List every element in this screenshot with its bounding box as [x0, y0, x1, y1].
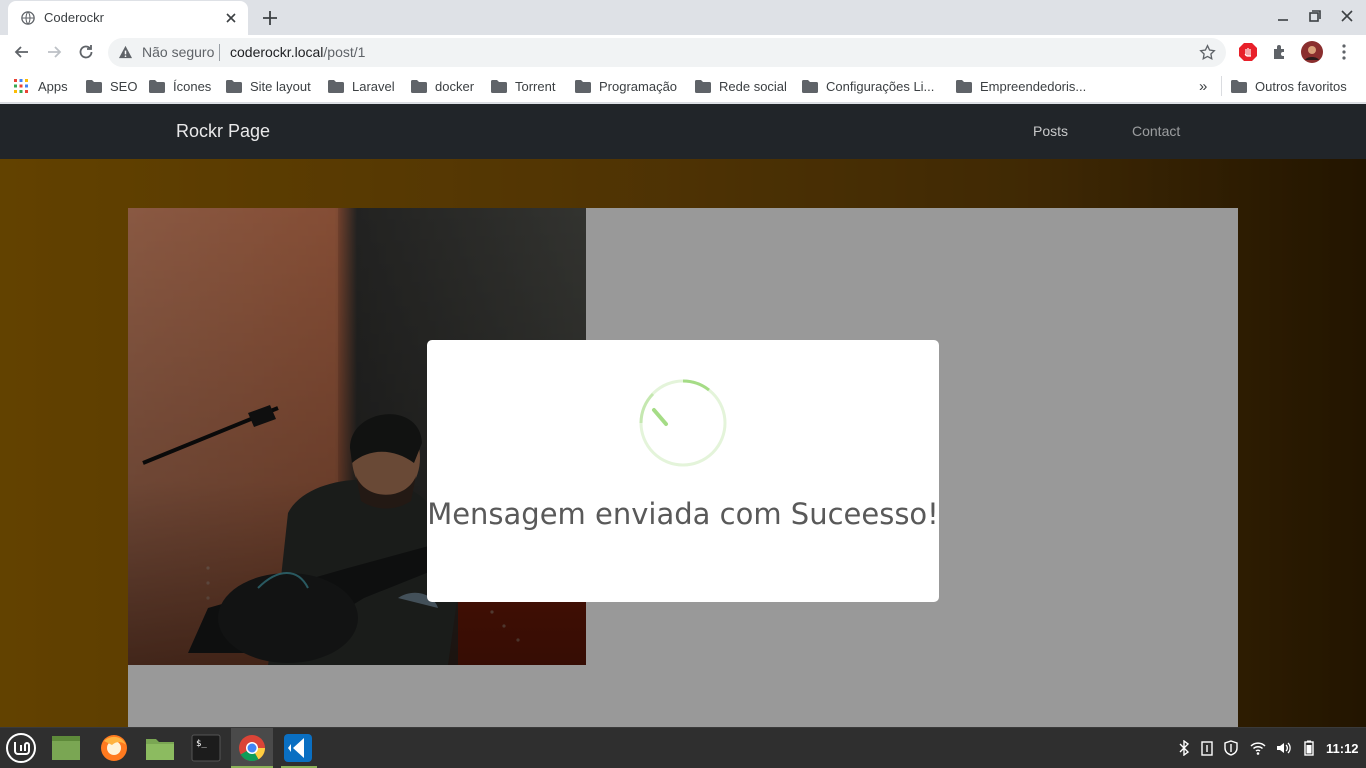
firefox-icon[interactable]	[99, 733, 129, 763]
bookmarks-overflow-button[interactable]: »	[1199, 77, 1207, 95]
nav-link-contact[interactable]: Contact	[1132, 123, 1180, 139]
globe-icon	[21, 11, 35, 25]
adblock-extension-icon[interactable]	[1238, 42, 1258, 62]
svg-text:$_: $_	[196, 739, 207, 749]
system-taskbar: $_ 11:12	[0, 727, 1366, 768]
modal-message: Mensagem enviada com Suceesso!	[427, 497, 939, 531]
bookmark-label: Apps	[38, 78, 68, 94]
bookmark-label: Programação	[599, 78, 678, 94]
files-icon[interactable]	[145, 733, 175, 763]
close-window-icon[interactable]	[1339, 8, 1355, 24]
bookmark-folder-torrent[interactable]: Torrent	[491, 77, 555, 95]
folder-icon	[491, 79, 507, 93]
folder-icon	[149, 79, 165, 93]
bookmark-folder-empreendedorismo[interactable]: Empreendedoris...	[956, 77, 1086, 95]
url-host: coderockr.local	[230, 44, 324, 60]
url-path: /post/1	[323, 44, 366, 60]
minimize-icon[interactable]	[1275, 8, 1291, 24]
page-viewport: Rockr Page Posts Contact Mensagem enviad…	[0, 104, 1366, 727]
bookmark-folder-laravel[interactable]: Laravel	[328, 77, 395, 95]
bookmark-folder-seo[interactable]: SEO	[86, 77, 137, 95]
bookmark-label: Site layout	[250, 78, 311, 94]
bookmark-label: Rede social	[719, 78, 787, 94]
bookmark-apps[interactable]: Apps	[14, 77, 68, 95]
folder-icon	[575, 79, 591, 93]
warning-icon[interactable]	[118, 45, 133, 59]
site-brand[interactable]: Rockr Page	[176, 121, 270, 142]
shield-icon[interactable]	[1223, 740, 1239, 756]
browser-toolbar: Não seguro coderockr.local/post/1	[0, 35, 1366, 69]
bluetooth-icon[interactable]	[1176, 740, 1192, 756]
clipboard-icon[interactable]	[1199, 740, 1215, 756]
folder-icon	[802, 79, 818, 93]
bookmark-folder-site-layout[interactable]: Site layout	[226, 77, 311, 95]
battery-icon[interactable]	[1301, 740, 1317, 756]
tab-title: Coderockr	[44, 10, 104, 25]
other-bookmarks[interactable]: Outros favoritos	[1231, 77, 1347, 95]
folder-icon	[86, 79, 102, 93]
folder-icon	[328, 79, 344, 93]
omnibox-divider	[219, 44, 220, 61]
forward-arrow-icon[interactable]	[44, 42, 64, 62]
vscode-icon[interactable]	[283, 733, 313, 763]
reload-icon[interactable]	[76, 42, 96, 62]
bookmark-folder-rede-social[interactable]: Rede social	[695, 77, 787, 95]
nav-link-posts[interactable]: Posts	[1033, 123, 1068, 139]
profile-avatar-icon[interactable]	[1301, 41, 1323, 63]
url-text[interactable]: coderockr.local/post/1	[230, 44, 365, 60]
apps-grid-icon	[14, 79, 28, 93]
chrome-icon[interactable]	[237, 733, 267, 763]
clock[interactable]: 11:12	[1326, 741, 1359, 756]
bookmark-label: Torrent	[515, 78, 556, 94]
loading-spinner-icon	[639, 379, 727, 467]
browser-tab[interactable]: Coderockr	[8, 1, 248, 35]
terminal-icon[interactable]: $_	[191, 733, 221, 763]
folder-icon	[1231, 79, 1247, 93]
chrome-menu-icon[interactable]	[1334, 42, 1354, 62]
new-tab-icon[interactable]	[259, 7, 281, 29]
bookmark-label: docker	[435, 78, 475, 94]
folder-icon	[695, 79, 711, 93]
success-modal: Mensagem enviada com Suceesso!	[427, 340, 939, 602]
folder-icon	[411, 79, 427, 93]
linux-mint-menu-icon[interactable]	[6, 733, 36, 763]
folder-icon	[226, 79, 242, 93]
bookmark-folder-programacao[interactable]: Programação	[575, 77, 677, 95]
bookmark-label: Outros favoritos	[1255, 78, 1347, 94]
restore-icon[interactable]	[1307, 8, 1323, 24]
wifi-icon[interactable]	[1250, 740, 1266, 756]
security-label[interactable]: Não seguro	[142, 44, 214, 60]
close-tab-icon[interactable]	[222, 9, 240, 27]
bookmark-label: Empreendedoris...	[980, 78, 1087, 94]
bookmark-label: Laravel	[352, 78, 395, 94]
address-bar[interactable]: Não seguro coderockr.local/post/1	[108, 38, 1226, 67]
volume-icon[interactable]	[1275, 740, 1291, 756]
back-arrow-icon[interactable]	[12, 42, 32, 62]
bookmark-folder-docker[interactable]: docker	[411, 77, 474, 95]
bookmark-label: Ícones	[173, 78, 212, 94]
bookmark-star-icon[interactable]	[1199, 44, 1216, 61]
bookmarks-bar: Apps SEO Ícones Site layout Laravel dock…	[0, 69, 1366, 103]
tab-strip: Coderockr	[0, 0, 1366, 35]
bookmark-label: Configurações Li...	[826, 78, 935, 94]
site-navbar: Rockr Page Posts Contact	[0, 104, 1366, 159]
bookmark-label: SEO	[110, 78, 138, 94]
modal-backdrop[interactable]: Mensagem enviada com Suceesso!	[0, 159, 1366, 727]
extensions-puzzle-icon[interactable]	[1270, 42, 1290, 62]
bookmark-folder-configuracoes[interactable]: Configurações Li...	[802, 77, 934, 95]
show-desktop-icon[interactable]	[51, 733, 81, 763]
bookmark-folder-icones[interactable]: Ícones	[149, 77, 211, 95]
folder-icon	[956, 79, 972, 93]
bookmarks-divider	[1221, 76, 1222, 96]
